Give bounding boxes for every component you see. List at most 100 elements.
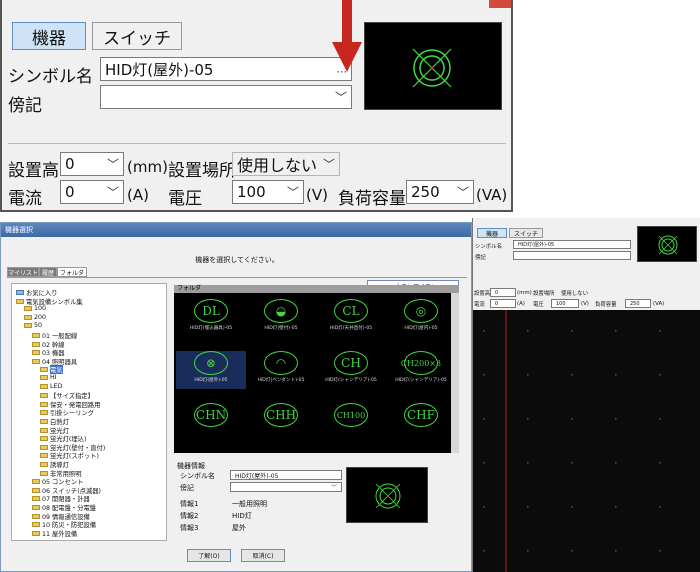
cad-symbol-toolbar: 機器 スイッチ シンボル名 HID灯(屋外)-05 傍記 — [473, 218, 700, 288]
symbol-cell[interactable]: ⊗ HID灯(屋外)-05 — [176, 351, 246, 389]
grid-dot — [615, 462, 617, 464]
tree-item[interactable]: LED — [40, 383, 62, 390]
symbol-label: HID灯(シャンデリア)-05 — [395, 378, 447, 383]
symbol-cell[interactable]: CH100 — [316, 403, 386, 441]
ok-button[interactable]: 了解(O) — [187, 549, 231, 562]
grid-dot — [483, 462, 485, 464]
voltage-select[interactable]: 100 — [551, 299, 579, 308]
grid-dot — [659, 462, 661, 464]
symbol-label: HID灯(埋込器具)-05 — [189, 326, 233, 331]
folder-icon — [32, 350, 40, 356]
symbol-cell[interactable]: CL HID灯(天井直付)-05 — [316, 299, 386, 337]
equipment-select-dialog: 機器選択 機器を選択してください。 マイリスト 履歴 フォルダ ▾大きいアイコン… — [0, 222, 472, 572]
folder-icon — [32, 505, 40, 510]
load-capacity-select[interactable]: 250 — [625, 299, 651, 308]
voltage-select[interactable]: 100 ﹀ — [232, 180, 304, 204]
grid-scrollbar[interactable] — [451, 293, 459, 453]
current-label: 電流 — [8, 189, 42, 209]
current-select[interactable]: 0 ﹀ — [60, 180, 124, 204]
symbol-label: HID灯(壁付)-05 — [264, 326, 298, 331]
install-place-label: 設置場所 — [168, 161, 236, 181]
symbol-cell[interactable]: CHN — [176, 403, 246, 441]
load-capacity-select[interactable]: 250 ﹀ — [406, 180, 474, 204]
tree-item[interactable]: HI — [40, 374, 57, 381]
tab-equipment[interactable]: 機器 — [477, 228, 507, 238]
grid-dot — [483, 374, 485, 376]
symbol-label: HID灯(ペンダント)-05 — [257, 378, 305, 383]
install-height-label: 設置高 — [474, 291, 491, 297]
folder-icon — [40, 393, 48, 399]
folder-tree[interactable]: お気に入り 電気設備シンボル集 100 200 50 01 一般配線 02 幹線 03 機器 0… — [11, 283, 167, 541]
symbol-preview — [637, 226, 697, 262]
current-select[interactable]: 0 — [490, 299, 516, 308]
symbol-cell[interactable]: CH HID灯(シャンデリア)-05 — [316, 351, 386, 389]
annotation-select[interactable] — [513, 251, 631, 260]
tab-switch[interactable]: スイッチ — [92, 22, 182, 50]
folder-icon — [32, 496, 40, 502]
cad-window: 機器 スイッチ シンボル名 HID灯(屋外)-05 傍記 設置高 0 (mm) … — [472, 218, 700, 572]
dialog-instruction: 機器を選択してください。 — [195, 256, 279, 264]
cad-drawing-canvas[interactable] — [473, 310, 700, 572]
info1-label: 情報1 — [180, 500, 199, 508]
tree-item[interactable]: 50 — [24, 322, 42, 329]
tree-item[interactable]: 100 — [24, 305, 46, 312]
symbol-cell[interactable]: CHH — [246, 403, 316, 441]
symbol-glyph: CL — [334, 299, 368, 323]
window-close-strip[interactable] — [489, 0, 511, 8]
cancel-button[interactable]: 取消(C) — [241, 549, 285, 562]
tab-equipment[interactable]: 機器 — [12, 22, 86, 50]
annotation-label: 傍記 — [8, 96, 42, 116]
grid-dot — [615, 374, 617, 376]
folder-icon — [16, 298, 24, 304]
chevron-down-icon: ﹀ — [286, 185, 299, 200]
tab-folder[interactable]: フォルダ — [57, 267, 87, 277]
install-height-select[interactable]: 0 — [490, 288, 516, 297]
tree-item[interactable]: 200 — [24, 314, 46, 321]
chevron-down-icon: ﹀ — [330, 484, 337, 492]
symbol-glyph: ◒ — [264, 299, 298, 323]
tab-mylist[interactable]: マイリスト — [7, 267, 39, 277]
grid-dot — [571, 330, 573, 332]
folder-icon — [40, 375, 48, 380]
tab-divider — [7, 277, 467, 278]
dialog-title: 機器選択 — [1, 223, 471, 237]
load-capacity-unit: (VA) — [476, 186, 508, 204]
symbol-cell[interactable]: DL HID灯(埋込器具)-05 — [176, 299, 246, 337]
symbol-cell[interactable]: CH200×3 HID灯(シャンデリア)-05 — [386, 351, 456, 389]
info-annotation-select[interactable]: ﹀ — [230, 482, 342, 492]
folder-icon — [32, 522, 40, 528]
install-height-select[interactable]: 0 ﹀ — [60, 152, 124, 176]
grid-dot — [615, 330, 617, 332]
folder-icon — [40, 427, 48, 433]
grid-dot — [527, 462, 529, 464]
tree-item[interactable]: 11 屋外設備 — [32, 529, 77, 538]
symbol-cell[interactable]: ◠ HID灯(ペンダント)-05 — [246, 351, 316, 389]
grid-dot — [527, 506, 529, 508]
symbol-cell[interactable]: ◎ HID灯(屋内)-05 — [386, 299, 456, 337]
load-capacity-label: 負荷容量 — [338, 189, 406, 209]
folder-icon — [40, 383, 48, 389]
grid-dot — [527, 418, 529, 420]
grid-dot — [659, 506, 661, 508]
install-place-value[interactable]: 使用しない — [561, 289, 588, 297]
install-place-select[interactable]: 使用しない ﹀ — [232, 152, 340, 176]
install-height-unit: (mm) — [127, 158, 168, 176]
symbol-cell[interactable]: ◒ HID灯(壁付)-05 — [246, 299, 316, 337]
info-symbol-name-field[interactable]: HID灯(屋外)-05 — [230, 470, 342, 480]
annotation-select[interactable]: ﹀ — [100, 85, 352, 109]
symbol-name-field[interactable]: HID灯(屋外)-05 ... — [100, 57, 352, 81]
grid-dot — [483, 330, 485, 332]
install-height-unit: (mm) — [517, 290, 532, 296]
symbol-grid[interactable]: DL HID灯(埋込器具)-05 ◒ HID灯(壁付)-05 CL HID灯(天井直付)-… — [174, 293, 459, 453]
symbol-name-label: シンボル名 — [475, 244, 502, 250]
symbol-cell[interactable]: CHF — [386, 403, 456, 441]
symbol-name-field[interactable]: HID灯(屋外)-05 — [513, 240, 631, 249]
folder-icon — [32, 333, 40, 338]
load-capacity-label: 負荷容量 — [595, 302, 617, 308]
chevron-down-icon: ﹀ — [106, 185, 119, 200]
voltage-unit: (V) — [581, 301, 589, 307]
tab-switch[interactable]: スイッチ — [509, 228, 543, 238]
symbol-glyph: DL — [194, 299, 228, 323]
grid-dot — [571, 506, 573, 508]
tab-history[interactable]: 履歴 — [39, 267, 57, 277]
